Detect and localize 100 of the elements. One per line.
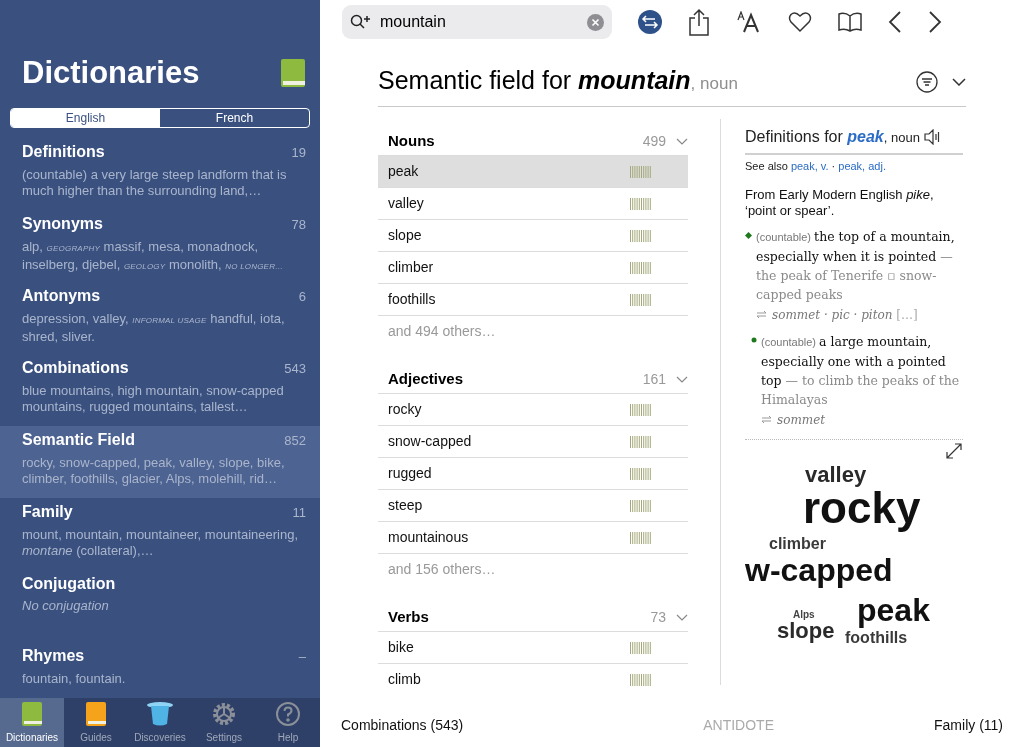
item-count: 19 — [291, 144, 306, 162]
word-row[interactable]: bike — [378, 631, 688, 663]
word-row[interactable]: rugged — [378, 457, 688, 489]
frequency-bars-icon — [630, 531, 652, 544]
word-row[interactable]: rocky — [378, 393, 688, 425]
cloud-word[interactable]: w-capped — [745, 553, 893, 586]
definitions-heading: Definitions for peak, noun — [745, 127, 920, 147]
sense-definition: (countable) a large mountain, especially one with a pointed top — to climb the peaks of the Himalayas — [761, 332, 961, 409]
item-count: 6 — [298, 288, 306, 306]
word-row[interactable]: steep — [378, 489, 688, 521]
word-row[interactable]: climb — [378, 663, 688, 695]
separator-dot: · — [831, 160, 836, 172]
item-title: Rhymes — [22, 646, 85, 666]
group-title: Verbs — [388, 606, 429, 627]
word-row[interactable]: mountainous — [378, 521, 688, 553]
tab[interactable]: Dictionaries — [0, 698, 64, 747]
back-icon[interactable] — [888, 11, 902, 33]
speaker-icon[interactable] — [923, 129, 942, 145]
cloud-word[interactable]: foothills — [845, 629, 908, 646]
search-value: mountain — [380, 12, 447, 32]
cloud-word[interactable]: slope — [777, 619, 835, 642]
help-icon — [275, 701, 301, 727]
sidebar-item[interactable]: Semantic Field 852 rocky, snow-capped, peak, valley, slope, bike, climber, foothills, glacier, Alps, molehill, rid… — [0, 426, 320, 498]
tab[interactable]: Guides — [64, 698, 128, 747]
frequency-bars-icon — [630, 435, 652, 448]
word-label: climber — [388, 258, 434, 277]
word-label: mountainous — [388, 528, 469, 547]
cloud-word[interactable]: valley — [805, 463, 867, 486]
frequency-bars-icon — [630, 165, 652, 178]
sidebar-item[interactable]: Combinations 543 blue mountains, high mountain, snow-capped mountains, rugged mountains, tallest… — [0, 354, 320, 426]
tab[interactable]: Settings — [192, 698, 256, 747]
tab[interactable]: Help — [256, 698, 320, 747]
cloud-word[interactable]: peak — [857, 593, 930, 626]
frequency-bars-icon — [630, 293, 652, 306]
translations: sommet · pic · piton […] — [772, 306, 918, 324]
sense-definition: (countable) the top of a mountain, especially when it is pointed — the peak of Tenerife ▫ snow-capped peaks — [756, 227, 956, 304]
word-label: rugged — [388, 464, 432, 483]
word-row[interactable]: peak — [378, 155, 688, 187]
dot-bullet-icon — [751, 336, 757, 343]
see-also-link[interactable]: peak, v. — [790, 160, 829, 172]
forward-icon[interactable] — [928, 11, 942, 33]
word-row[interactable]: climber — [378, 251, 688, 283]
see-also-label: See also — [745, 160, 789, 172]
cloud-word[interactable]: climber — [769, 535, 826, 552]
tab[interactable]: Discoveries — [128, 698, 192, 747]
item-count: 78 — [291, 216, 306, 234]
search-icon — [350, 14, 370, 30]
word-label: slope — [388, 226, 422, 245]
diamond-bullet-icon — [745, 231, 752, 239]
word-row[interactable]: snow-capped — [378, 425, 688, 457]
frequency-bars-icon — [630, 261, 652, 274]
chevron-down-icon[interactable] — [952, 78, 966, 86]
word-label: climb — [388, 670, 421, 689]
item-count: 543 — [284, 360, 306, 378]
word-label: valley — [388, 194, 424, 213]
group-title: Nouns — [388, 130, 435, 151]
settings-icon — [211, 701, 237, 727]
group-count: 73 — [650, 607, 666, 627]
word-label: foothills — [388, 290, 436, 309]
item-preview: rocky, snow-capped, peak, valley, slope, bike, climber, foothills, glacier, Alps, molehill, rid… — [22, 454, 286, 487]
item-preview: (countable) a very large steep landform that is much higher than the surrounding land,… — [22, 166, 288, 199]
see-also-link[interactable]: peak, adj. — [838, 160, 886, 172]
page-heading: Semantic field for mountain, noun — [378, 65, 738, 96]
sidebar-item[interactable]: Conjugation No conjugation — [0, 570, 320, 642]
previous-link[interactable]: Combinations (543) — [341, 714, 464, 736]
segment[interactable]: English — [11, 109, 160, 127]
item-title: Family — [22, 502, 73, 522]
cloud-word[interactable]: Alps — [793, 609, 815, 620]
item-count: – — [298, 648, 306, 666]
frequency-bars-icon — [630, 499, 652, 512]
item-title: Semantic Field — [22, 430, 135, 450]
swap-arrows-icon — [761, 415, 772, 424]
item-preview: blue mountains, high mountain, snow-capped mountains, rugged mountains, tallest… — [22, 382, 285, 415]
segment[interactable]: French — [160, 109, 309, 127]
sidebar-item[interactable]: Family 11 mount, mountain, mountaineer, mountaineering, montane (collateral),… — [0, 498, 320, 570]
sidebar-item[interactable]: Rhymes – fountain, fountain. — [0, 642, 320, 698]
heart-icon[interactable] — [788, 11, 812, 33]
text-size-icon[interactable] — [736, 11, 762, 33]
sidebar-item[interactable]: Antonyms 6 depression, valley, INFORMAL USAGE handful, iota, shred, sliver. — [0, 282, 320, 354]
item-title: Synonyms — [22, 214, 103, 234]
word-label: bike — [388, 638, 414, 657]
word-row[interactable]: valley — [378, 187, 688, 219]
group-title: Adjectives — [388, 368, 464, 389]
search-field[interactable]: mountain — [342, 5, 612, 39]
open-book-icon[interactable] — [838, 12, 862, 32]
word-row[interactable]: foothills — [378, 283, 688, 315]
translations: sommet — [777, 411, 826, 429]
sidebar-item[interactable]: Definitions 19 (countable) a very large steep landform that is much higher than the surrounding land,… — [0, 138, 320, 210]
hat-icon — [146, 701, 174, 727]
swap-arrows-icon[interactable] — [638, 10, 662, 34]
word-label: rocky — [388, 400, 422, 419]
expand-icon[interactable] — [945, 441, 963, 460]
sidebar-item[interactable]: Synonyms 78 alp, GEOGRAPHY massif, mesa, monadnock, inselberg, djebel, GEOLOGY monolith, NO LONGER… — [0, 210, 320, 282]
book-icon — [21, 701, 43, 727]
next-link[interactable]: Family (11) — [934, 714, 1003, 736]
filter-icon[interactable] — [916, 71, 938, 93]
item-preview: alp, GEOGRAPHY massif, mesa, monadnock, inselberg, djebel, GEOLOGY monolith, NO LONGER… — [22, 238, 285, 274]
clear-icon[interactable] — [587, 13, 604, 31]
share-icon[interactable] — [688, 8, 710, 36]
word-row[interactable]: slope — [378, 219, 688, 251]
